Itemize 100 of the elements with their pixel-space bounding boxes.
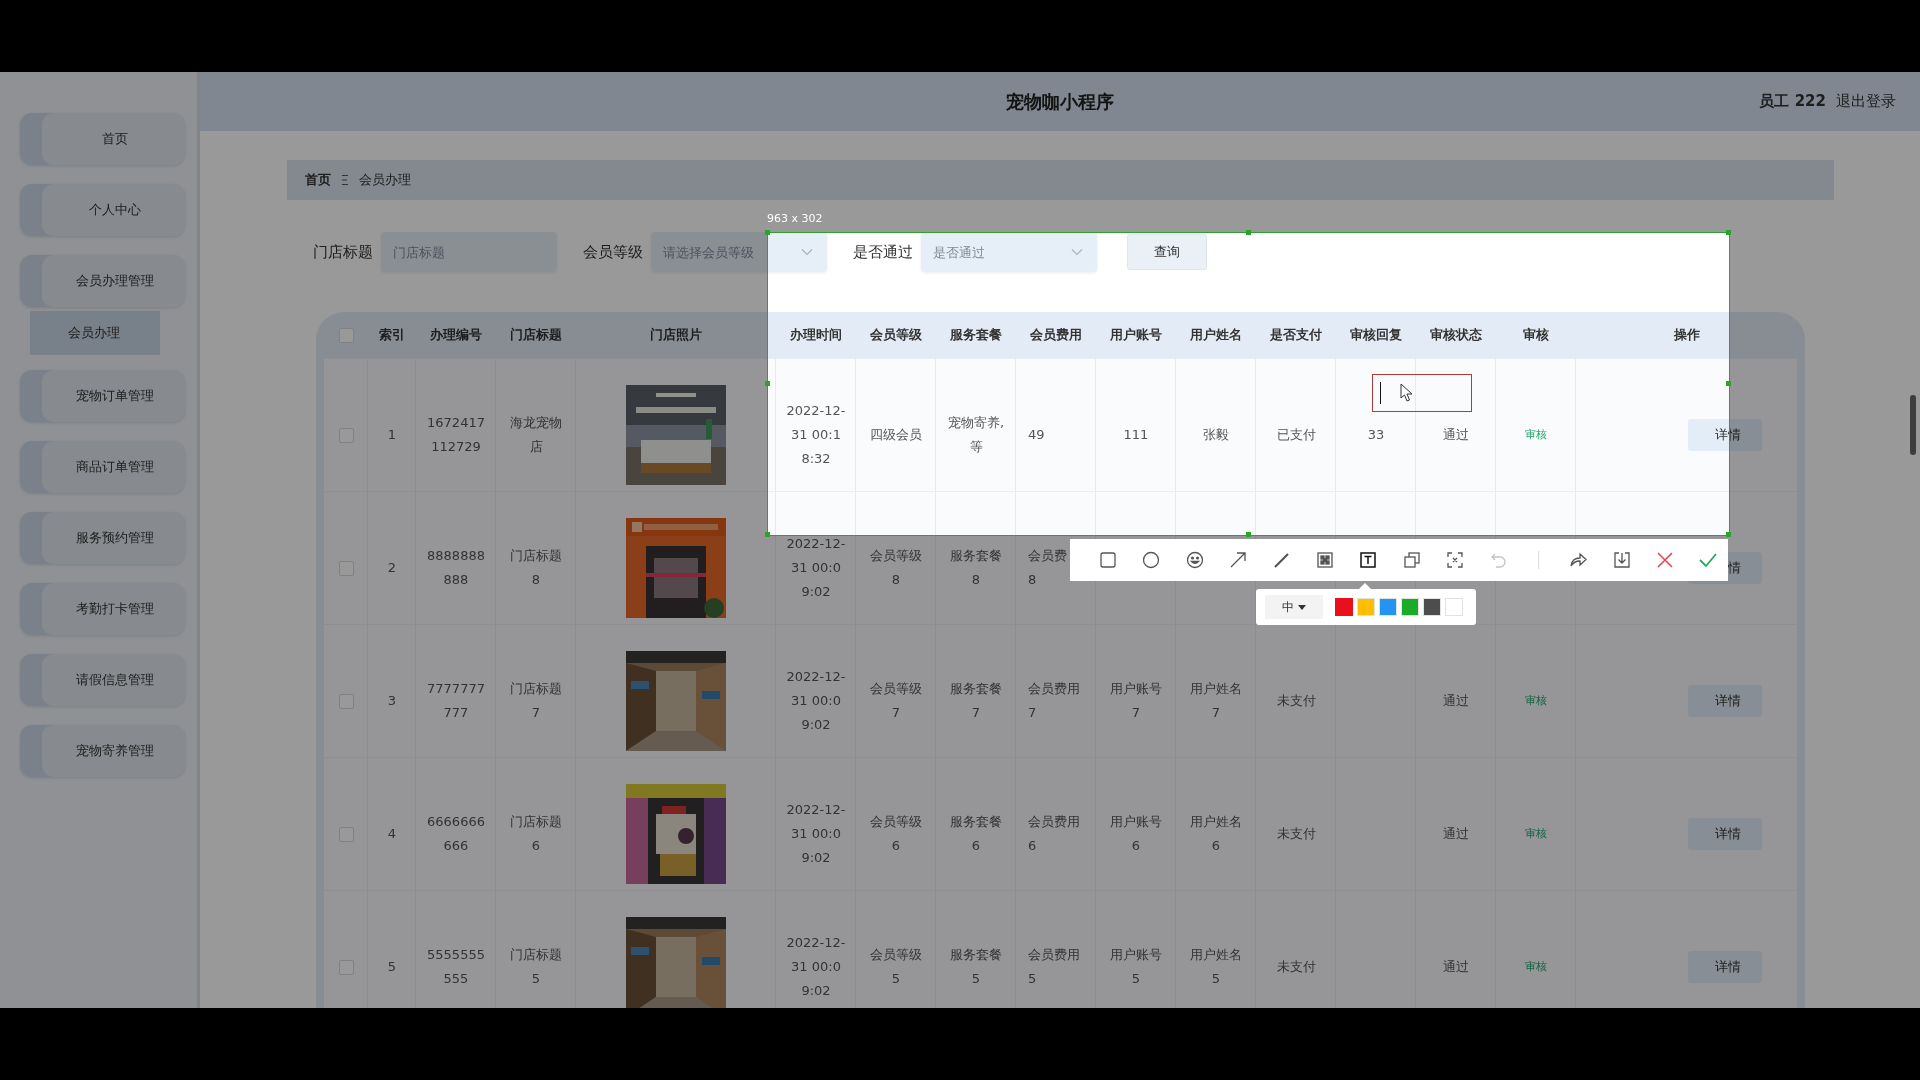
table-cell-text: 会员等级8 [869,547,923,589]
table-cell-text: 8888888888 [426,547,486,589]
sidebar-item[interactable]: 请假信息管理 [20,654,185,706]
smiley-icon[interactable] [1184,550,1205,570]
sidebar-item[interactable]: 宠物订单管理 [20,370,185,422]
field-label: 门店标题 [313,242,373,262]
text-tool-icon[interactable] [1358,550,1379,570]
table-cell-text: 会员等级7 [869,680,923,722]
size-label: 963 x 302 [767,212,823,225]
size-dropdown[interactable]: 中 [1265,595,1323,619]
review-link[interactable]: 审核 [1525,955,1547,979]
detail-button[interactable]: 详情 [1688,951,1762,983]
table-cell-text: 6666666666 [426,813,486,855]
table-cell-text: 用户姓名5 [1189,946,1243,988]
sidebar-subitem[interactable]: 会员办理 [30,311,160,355]
table-cell-text: 会员费 8 [1028,547,1067,589]
sidebar-item[interactable]: 商品订单管理 [20,441,185,493]
sidebar-item[interactable]: 个人中心 [20,184,185,236]
color-swatch[interactable] [1445,598,1463,616]
table-cell-text: 会员费用6 [1028,813,1081,855]
table-cell-text: 用户账号7 [1109,680,1163,722]
sidebar-item[interactable]: 会员办理管理 [20,255,185,307]
user-name: 员工 222 [1759,92,1826,111]
resize-handle[interactable] [1726,381,1731,386]
table-cell-text: 2 [387,559,397,577]
column-header: 索引 [379,326,405,344]
table-cell-text: 张毅 [1203,426,1229,444]
table-cell-text: 门店标题8 [509,547,563,589]
review-link[interactable]: 审核 [1525,689,1547,713]
table-cell-text: 门店标题5 [509,946,563,988]
text-annotation-box[interactable] [1372,374,1472,412]
resize-handle[interactable] [765,532,770,537]
table-cell-text: 1672417112729 [426,414,486,456]
resize-handle[interactable] [765,381,770,386]
table-cell-text: 2022-12-31 00:09:02 [786,934,846,1000]
table-cell-text: 4 [387,825,397,843]
app-title: 宠物咖小程序 [1006,89,1114,114]
table-cell-text: 7777777777 [426,680,486,722]
copy-icon[interactable] [1401,550,1422,570]
row-checkbox[interactable] [338,560,354,576]
sidebar-item[interactable]: 宠物寄养管理 [20,725,185,777]
detail-button[interactable]: 详情 [1688,685,1762,717]
mosaic-icon[interactable] [1314,550,1335,570]
table-cell-text: 通过 [1443,958,1469,976]
review-link[interactable]: 审核 [1525,423,1547,447]
select-field[interactable]: 是否通过 [921,232,1097,272]
color-swatch[interactable] [1379,598,1397,616]
detail-button[interactable]: 详情 [1688,818,1762,850]
table-cell-text: 四级会员 [870,426,922,444]
color-swatch[interactable] [1423,598,1441,616]
table-cell-text: 门店标题7 [509,680,563,722]
row-checkbox[interactable] [338,693,354,709]
column-header: 审核回复 [1350,326,1402,344]
table-cell-text: 未支付 [1276,692,1316,710]
query-button[interactable]: 查询 [1127,234,1207,270]
column-header: 服务套餐 [950,326,1002,344]
row-checkbox[interactable] [338,959,354,975]
square-icon[interactable] [1098,550,1118,570]
sidebar-item[interactable]: 首页 [20,113,185,165]
logout-link[interactable]: 退出登录 [1836,92,1896,111]
separator-icon [341,174,349,186]
scan-icon[interactable] [1445,550,1466,570]
table-cell-text: 服务套餐6 [949,813,1003,855]
sidebar-item[interactable]: 考勤打卡管理 [20,583,185,635]
table-cell-text: 通过 [1443,825,1469,843]
select-all-checkbox[interactable] [338,327,354,343]
sidebar-item[interactable]: 服务预约管理 [20,512,185,564]
table-cell-text: 3 [387,692,397,710]
column-header: 用户账号 [1110,326,1162,344]
breadcrumb-link[interactable]: 首页 [305,171,331,189]
column-header: 会员费用 [1030,326,1082,344]
arrow-icon[interactable] [1228,550,1249,570]
color-swatch[interactable] [1357,598,1375,616]
download-icon[interactable] [1611,550,1632,570]
table-cell-text: 服务套餐7 [949,680,1003,722]
column-header: 用户姓名 [1190,326,1242,344]
table-cell-text: 海龙宠物店 [509,414,563,456]
table-cell-text: 通过 [1443,426,1469,444]
table-cell-text: 用户姓名7 [1189,680,1243,722]
circle-icon[interactable] [1141,550,1162,570]
resize-handle[interactable] [765,230,770,235]
table-cell-text: 用户账号6 [1109,813,1163,855]
color-swatch[interactable] [1335,598,1353,616]
breadcrumb-link[interactable]: 会员办理 [359,171,411,189]
table-cell-text: 会员等级5 [869,946,923,988]
table-cell-text: 33 [1367,426,1385,444]
close-icon[interactable] [1655,550,1676,570]
row-checkbox[interactable] [338,427,354,443]
column-header: 是否支付 [1270,326,1322,344]
resize-handle[interactable] [1726,230,1731,235]
row-checkbox[interactable] [338,826,354,842]
review-link[interactable]: 审核 [1525,822,1547,846]
resize-handle[interactable] [1245,532,1251,537]
table-cell-text: 通过 [1443,692,1469,710]
table-cell-text: 1 [387,426,397,444]
color-swatch[interactable] [1401,598,1419,616]
table-cell-text: 2022-12-31 00:09:02 [786,535,846,601]
resize-handle[interactable] [1245,230,1251,235]
scrollbar[interactable] [1910,395,1916,455]
resize-handle[interactable] [1726,532,1731,537]
